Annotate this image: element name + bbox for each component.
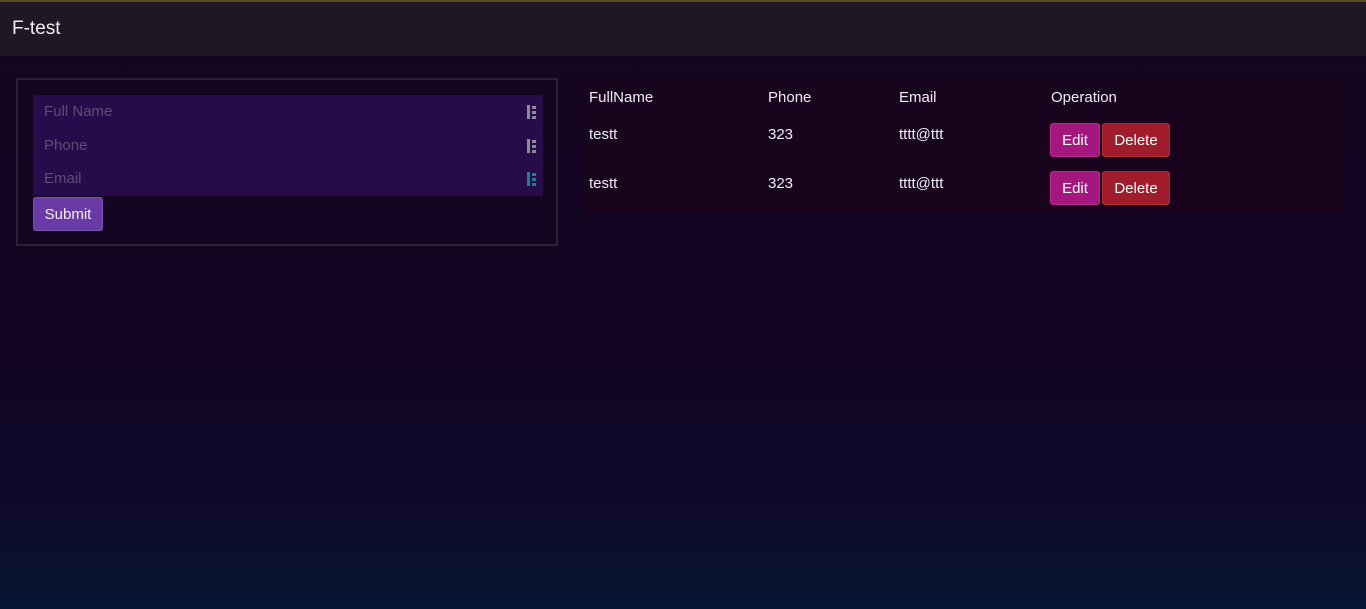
- phone-field: [33, 128, 543, 163]
- top-navbar: F-test: [0, 0, 1366, 56]
- cell-fullname: testt: [589, 175, 618, 192]
- app-brand[interactable]: F-test: [12, 18, 61, 40]
- cell-phone: 323: [768, 175, 794, 192]
- full-name-input[interactable]: [33, 95, 543, 129]
- contact-form: Submit: [16, 78, 558, 246]
- password-manager-icon[interactable]: [527, 138, 537, 153]
- cell-phone: 323: [768, 126, 794, 143]
- column-header-email: Email: [899, 89, 937, 106]
- cell-email: tttt@ttt: [899, 175, 944, 192]
- phone-input[interactable]: [33, 128, 543, 163]
- password-manager-icon[interactable]: [527, 105, 537, 119]
- cell-email: tttt@ttt: [899, 126, 944, 143]
- edit-button[interactable]: Edit: [1050, 123, 1100, 157]
- column-header-fullname: FullName: [589, 89, 654, 106]
- delete-button[interactable]: Delete: [1102, 171, 1170, 205]
- full-name-field: [33, 95, 543, 129]
- delete-button[interactable]: Delete: [1102, 123, 1170, 157]
- email-field: [33, 162, 543, 196]
- email-input[interactable]: [33, 162, 543, 196]
- submit-button[interactable]: Submit: [33, 197, 103, 231]
- column-header-phone: Phone: [768, 89, 812, 106]
- contacts-table: FullName Phone Email Operation testt 323…: [582, 80, 1346, 212]
- column-header-operation: Operation: [1051, 89, 1117, 106]
- cell-fullname: testt: [589, 126, 618, 143]
- edit-button[interactable]: Edit: [1050, 171, 1100, 205]
- password-manager-icon[interactable]: [527, 172, 537, 187]
- form-fields: [33, 95, 543, 196]
